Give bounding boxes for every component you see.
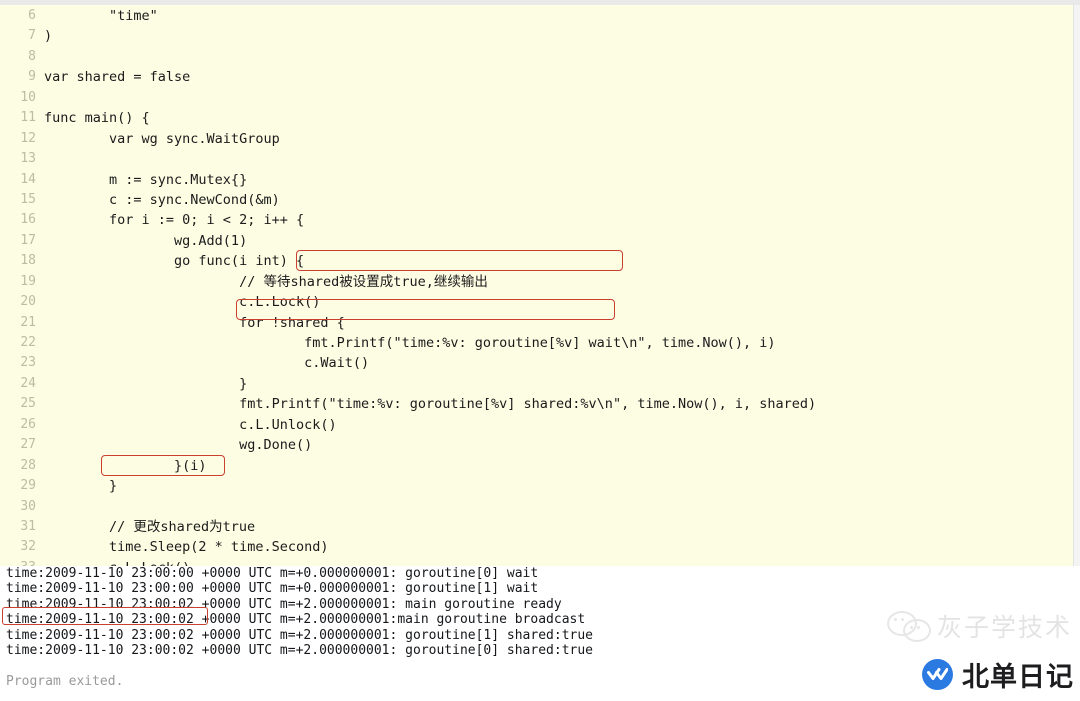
code-line[interactable]: 28 }(i) — [0, 456, 1073, 476]
line-number: 26 — [20, 416, 36, 432]
code-line-text: c.Wait() — [44, 355, 370, 372]
line-number: 25 — [20, 396, 36, 412]
code-line-text: m := sync.Mutex{} — [44, 171, 248, 188]
line-number: 24 — [20, 375, 36, 391]
code-line[interactable]: 22 fmt.Printf("time:%v: goroutine[%v] wa… — [0, 333, 1073, 353]
code-line-text: ) — [44, 28, 53, 45]
code-line-text: // 更改shared为true — [44, 518, 256, 535]
line-number: 33 — [0, 558, 36, 566]
output-spacer — [0, 658, 1080, 673]
output-line: time:2009-11-10 23:00:02 +0000 UTC m=+2.… — [6, 612, 586, 628]
code-line[interactable]: 25 fmt.Printf("time:%v: goroutine[%v] sh… — [0, 394, 1073, 414]
output-line: time:2009-11-10 23:00:02 +0000 UTC m=+2.… — [6, 642, 593, 658]
line-number: 21 — [20, 314, 36, 330]
code-line[interactable]: 16 for i := 0; i < 2; i++ { — [0, 210, 1073, 230]
code-line[interactable]: 17 wg.Add(1) — [0, 231, 1073, 251]
output-line: time:2009-11-10 23:00:02 +0000 UTC m=+2.… — [6, 596, 562, 612]
code-line-text: } — [44, 375, 248, 392]
code-line[interactable]: 14 m := sync.Mutex{} — [0, 170, 1073, 190]
code-line[interactable]: 6 "time" — [0, 6, 1073, 26]
line-number: 19 — [20, 273, 36, 289]
go-playground-screen: 6 "time" 7) 8 9 var shared = false 10 11 func m… — [0, 0, 1080, 701]
editor-right-gutter — [1073, 5, 1080, 566]
line-number: 22 — [20, 335, 36, 350]
code-line[interactable]: 10 — [0, 88, 1073, 108]
line-number: 10 — [20, 89, 36, 105]
code-line-text: wg.Add(1) — [44, 232, 248, 249]
code-line-text: wg.Done() — [44, 437, 313, 454]
code-line[interactable]: 21 for !shared { — [0, 313, 1073, 333]
line-number: 28 — [20, 457, 36, 473]
code-line[interactable]: 32 time.Sleep(2 * time.Second) — [0, 537, 1073, 557]
code-line-text: for i := 0; i < 2; i++ { — [44, 212, 305, 229]
code-line-text: var shared = false — [44, 69, 191, 86]
code-line[interactable]: 8 — [0, 47, 1073, 67]
code-line-text: func main() { — [44, 110, 150, 127]
line-number: 15 — [20, 191, 36, 207]
line-number: 29 — [20, 478, 36, 494]
line-number: 27 — [20, 437, 36, 453]
code-line[interactable]: 7) — [0, 26, 1073, 46]
line-number: 9 — [28, 69, 36, 85]
code-line-text: c.L.Unlock() — [44, 416, 337, 433]
code-line-text: } — [44, 478, 118, 495]
code-line[interactable]: 13 — [0, 149, 1073, 169]
line-number: 14 — [20, 171, 36, 187]
output-line: time:2009-11-10 23:00:00 +0000 UTC m=+0.… — [6, 581, 539, 597]
code-line[interactable]: 15 c := sync.NewCond(&m) — [0, 190, 1073, 210]
code-line[interactable]: 18 go func(i int) { — [0, 251, 1073, 271]
code-line[interactable]: 11 func main() { — [0, 108, 1073, 128]
code-line[interactable]: 9 var shared = false — [0, 67, 1073, 87]
code-line-text: c.L.Lock() — [44, 294, 321, 311]
line-number: 16 — [20, 212, 36, 228]
code-line[interactable]: 12 var wg sync.WaitGroup — [0, 129, 1073, 149]
code-line[interactable]: 29 } — [0, 476, 1073, 496]
line-number: 11 — [20, 110, 36, 126]
code-line-text: var wg sync.WaitGroup — [44, 130, 280, 147]
code-line-text: time.Sleep(2 * time.Second) — [44, 539, 329, 556]
code-line-text: // 等待shared被设置成true,继续输出 — [44, 273, 488, 290]
code-line-text: c.L.Lock() — [36, 558, 190, 566]
code-line[interactable]: 20 c.L.Lock() — [0, 292, 1073, 312]
line-number: 6 — [28, 8, 36, 23]
code-line[interactable]: 19 // 等待shared被设置成true,继续输出 — [0, 272, 1073, 292]
code-line-list: 6 "time" 7) 8 9 var shared = false 10 11 func m… — [0, 6, 1073, 566]
code-line[interactable]: 27 wg.Done() — [0, 435, 1073, 455]
line-number: 30 — [20, 498, 36, 514]
output-line: time:2009-11-10 23:00:02 +0000 UTC m=+2.… — [6, 627, 593, 643]
code-line[interactable]: 33 c.L.Lock() — [0, 558, 1073, 566]
line-number: 18 — [20, 253, 36, 269]
code-editor-pane[interactable]: 6 "time" 7) 8 9 var shared = false 10 11 func m… — [0, 5, 1073, 566]
output-line: time:2009-11-10 23:00:00 +0000 UTC m=+0.… — [6, 566, 539, 581]
line-number: 8 — [28, 48, 36, 64]
code-line-text: fmt.Printf("time:%v: goroutine[%v] share… — [44, 396, 817, 413]
code-line-text: "time" — [44, 8, 158, 24]
line-number: 31 — [20, 518, 36, 534]
line-number: 13 — [20, 151, 36, 167]
code-line-text: go func(i int) { — [44, 253, 305, 270]
code-line[interactable]: 26 c.L.Unlock() — [0, 415, 1073, 435]
line-number: 17 — [20, 232, 36, 248]
code-line[interactable]: 31 // 更改shared为true — [0, 517, 1073, 537]
line-number: 7 — [28, 28, 36, 44]
code-line-text: }(i) — [44, 457, 207, 474]
code-line[interactable]: 30 — [0, 497, 1073, 517]
output-line-list: time:2009-11-10 23:00:00 +0000 UTC m=+0.… — [0, 566, 1080, 658]
program-exited-message: Program exited. — [6, 673, 124, 689]
line-number: 23 — [20, 355, 36, 371]
code-line-text: fmt.Printf("time:%v: goroutine[%v] wait\… — [44, 335, 776, 351]
code-line[interactable]: 23 c.Wait() — [0, 353, 1073, 373]
code-line[interactable]: 24 } — [0, 374, 1073, 394]
line-number: 32 — [20, 539, 36, 555]
code-line-text: for !shared { — [44, 314, 345, 331]
line-number: 12 — [20, 130, 36, 146]
code-line-text: c := sync.NewCond(&m) — [44, 191, 280, 208]
line-number: 20 — [20, 294, 36, 310]
program-output-pane: time:2009-11-10 23:00:00 +0000 UTC m=+0.… — [0, 566, 1080, 701]
